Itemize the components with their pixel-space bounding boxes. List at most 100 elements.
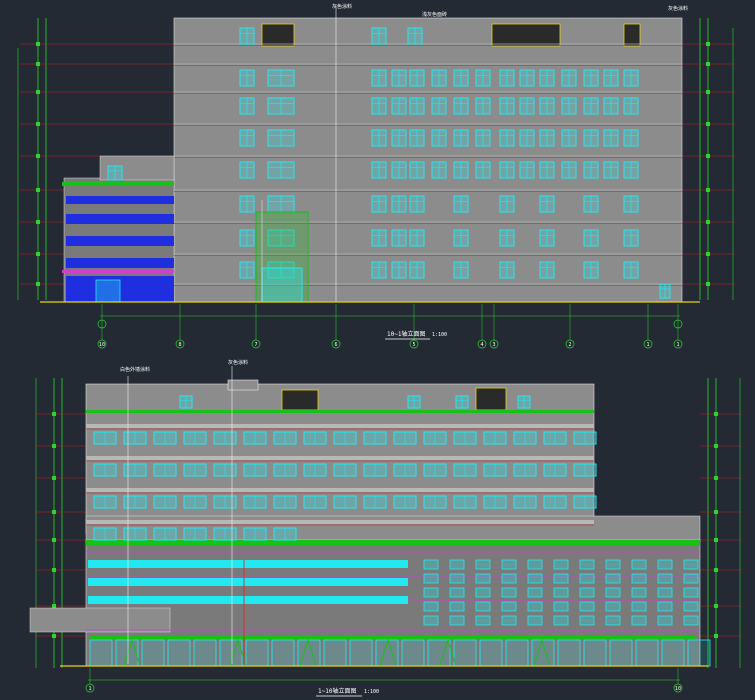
roof-structure [281,389,319,411]
note-text: 白色外墙涂料 [120,366,150,373]
window [683,587,699,598]
axis-label: 4 [480,342,483,348]
podium-parapet [62,182,174,186]
axis-label: 1 [646,342,649,348]
axis-label: 1 [88,686,91,692]
window [657,573,673,584]
drawing-title: 1~10轴立面图 [318,687,356,695]
axis-label: 5 [412,342,415,348]
shop-window [349,639,373,667]
shop-canopy [90,636,696,639]
elevation-mark-icon [714,634,718,638]
elevation-mark-icon [36,62,40,66]
window [553,587,569,598]
drawing-scale: 1:100 [364,689,379,695]
window [605,559,621,570]
shop-window [609,639,633,667]
roof-structure [623,23,641,47]
window [579,559,595,570]
elevation-mark-icon [52,538,56,542]
window [683,559,699,570]
note-text: 灰色涂料 [228,359,248,366]
setback-floor-wall [85,515,701,543]
podium-door [95,279,121,303]
axis-label: 8 [178,342,181,348]
elevation-mark-icon [52,444,56,448]
floor-band [86,488,594,492]
elevation-mark-icon [36,42,40,46]
shop-window [661,639,685,667]
axis-label: 10 [99,342,105,348]
shop-window [635,639,659,667]
roof-structure [261,23,295,47]
elevation-mark-icon [52,604,56,608]
window [605,573,621,584]
window [501,559,517,570]
window [423,559,439,570]
window [475,559,491,570]
shop-window [557,639,581,667]
roof-structure [475,387,507,411]
window [631,587,647,598]
window [579,615,595,626]
shop-window [167,639,191,667]
window [683,615,699,626]
elevation-mark-icon [706,282,710,286]
drawing-scale: 1:100 [432,332,447,338]
axis-label: 7 [254,342,257,348]
window [579,601,595,612]
elevation-mark-icon [36,188,40,192]
elevation-mark-icon [714,568,718,572]
window [553,615,569,626]
elevation-mark-icon [36,220,40,224]
window [657,601,673,612]
elevation-mark-icon [706,62,710,66]
window [553,573,569,584]
curtain-band [66,214,174,224]
elevation-mark-icon [52,510,56,514]
window [475,615,491,626]
shop-window [89,639,113,667]
elevation-mark-icon [52,634,56,638]
window [553,601,569,612]
curtain-band [88,596,408,604]
shop-window [401,639,425,667]
elevation-mark-icon [36,282,40,286]
shop-window [271,639,295,667]
elevation-mark-icon [714,604,718,608]
roof-parapet [86,410,594,413]
window [449,601,465,612]
note-text: 灰色涂料 [332,3,352,10]
elevation-mark-icon [52,568,56,572]
elevation-mark-icon [52,412,56,416]
curtain-band [88,560,408,568]
cad-drawing: 10 8 7 6 5 4 3 2 1 1 灰色涂料 浅灰色面砖 灰色涂料 10~1轴立面图 1:1… [0,0,755,700]
elevation-mark-icon [706,90,710,94]
window [683,573,699,584]
shop-window [479,639,503,667]
window [423,601,439,612]
podium-parapet [86,540,700,546]
window [657,615,673,626]
elevation-mark-icon [36,154,40,158]
axis-label: 6 [334,342,337,348]
window [579,573,595,584]
window [631,601,647,612]
window [553,559,569,570]
window [527,573,543,584]
roof-structure [491,23,561,47]
axis-label: 3 [492,342,495,348]
shop-window [141,639,165,667]
window [449,587,465,598]
window [501,615,517,626]
window [527,615,543,626]
window [527,559,543,570]
axis-label: 2 [568,342,571,348]
shop-window [687,639,711,667]
window [527,601,543,612]
entrance-door [261,267,303,303]
elevation-mark-icon [36,122,40,126]
window [475,601,491,612]
curtain-band [66,236,174,246]
elevation-mark-icon [706,154,710,158]
